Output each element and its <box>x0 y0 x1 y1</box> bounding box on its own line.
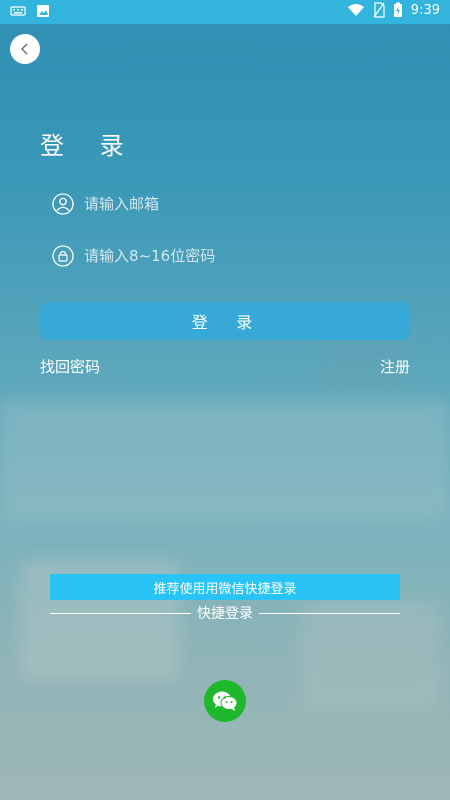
image-icon <box>37 5 49 17</box>
background-shape <box>0 400 450 520</box>
keyboard-icon <box>10 6 26 16</box>
battery-charging-icon <box>393 2 402 17</box>
email-field[interactable] <box>52 189 392 219</box>
divider-line <box>259 612 400 614</box>
status-time: 9:39 <box>410 2 440 18</box>
wechat-icon <box>213 691 238 711</box>
status-bar: 9:39 <box>0 0 450 24</box>
password-field[interactable] <box>52 241 392 271</box>
quick-login-banner: 推荐使用用微信快捷登录 <box>50 574 400 600</box>
login-button[interactable]: 登 录 <box>40 302 410 340</box>
wechat-login-button[interactable] <box>204 680 246 722</box>
lock-icon <box>52 245 74 267</box>
email-input[interactable] <box>82 194 366 214</box>
no-sim-icon <box>373 2 385 18</box>
register-link[interactable]: 注册 <box>380 356 410 377</box>
page-title: 登 录 <box>40 132 138 160</box>
divider-line <box>50 612 191 614</box>
back-button[interactable] <box>10 34 40 64</box>
wifi-icon <box>347 4 364 16</box>
user-icon <box>52 193 74 215</box>
quick-login-divider: 快捷登录 <box>50 603 400 623</box>
forgot-password-link[interactable]: 找回密码 <box>40 356 100 377</box>
password-input[interactable] <box>82 246 366 266</box>
quick-login-label: 快捷登录 <box>197 606 253 622</box>
back-icon <box>21 43 28 55</box>
